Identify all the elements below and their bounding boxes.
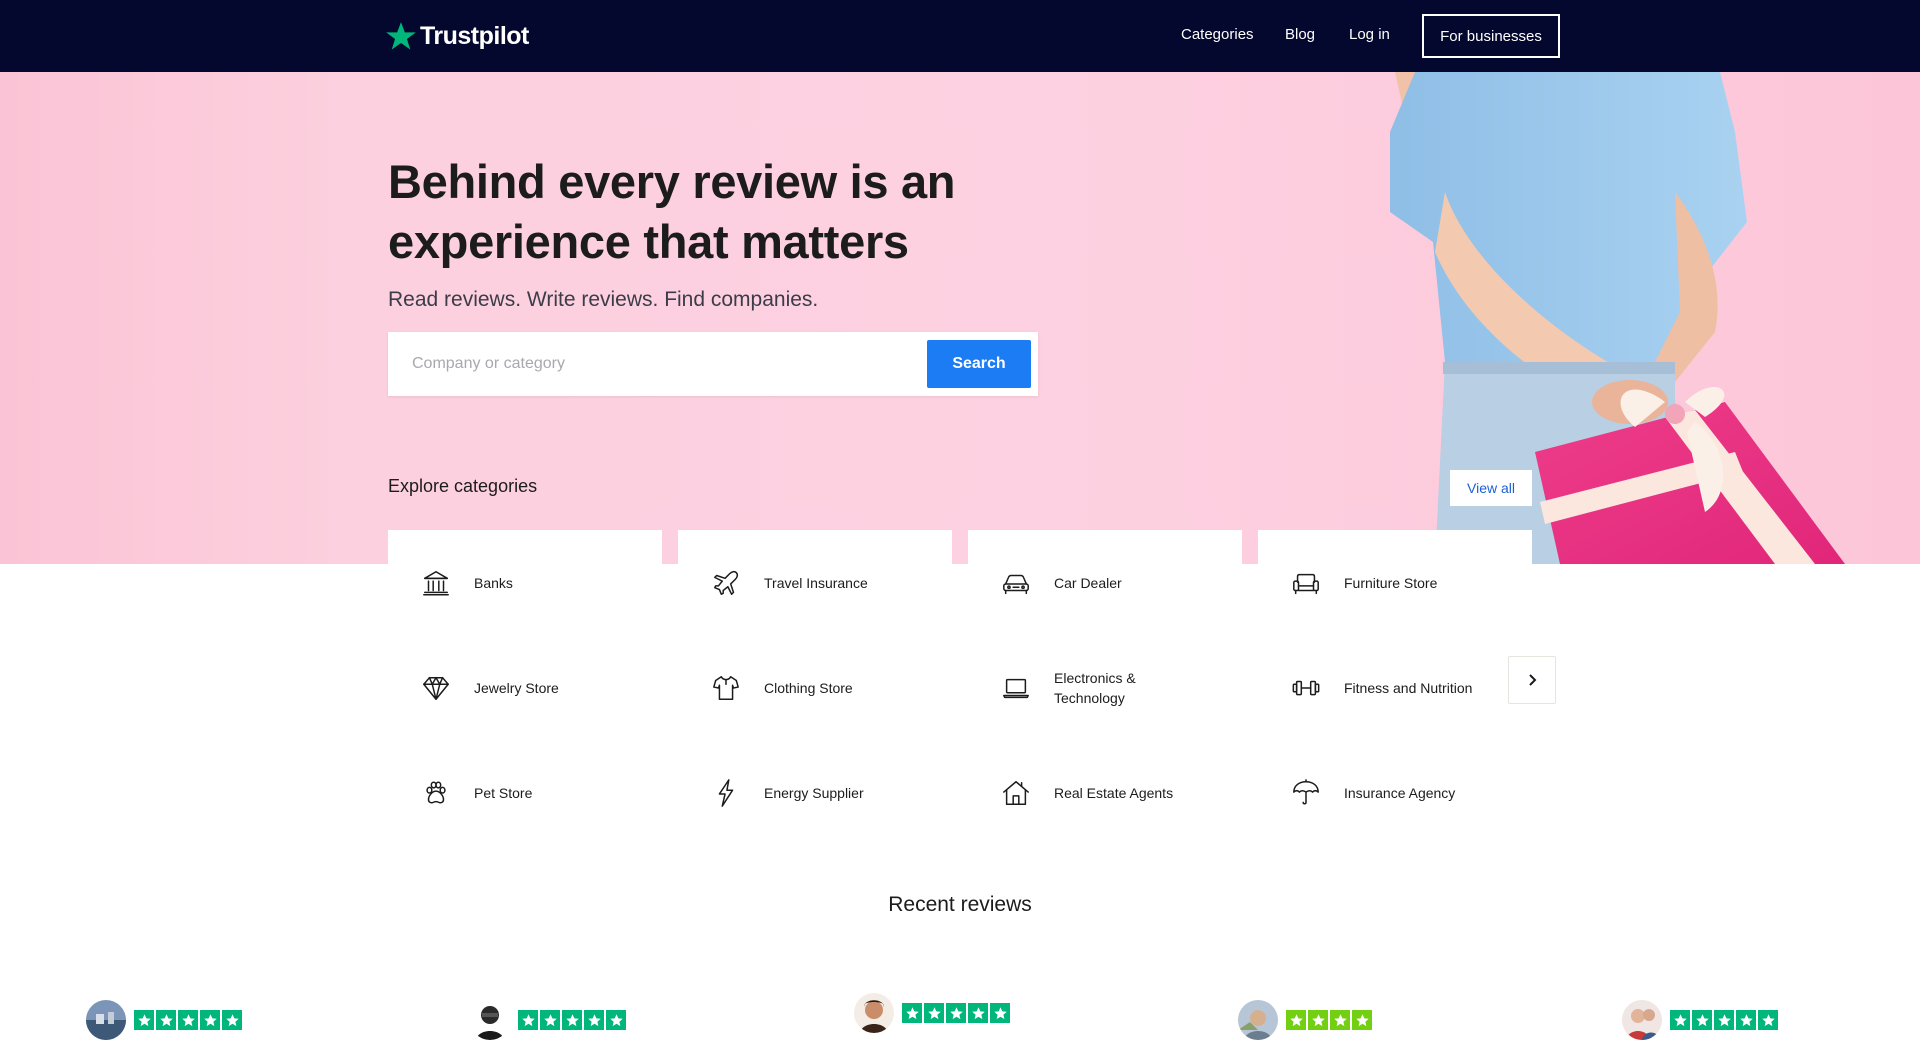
star-rating (518, 1010, 628, 1030)
category-label: Clothing Store (764, 679, 853, 696)
reviewer-avatar (1622, 1000, 1662, 1040)
review-card-2-header[interactable] (470, 1000, 628, 1040)
hero-title-line-2: experience that matters (388, 215, 909, 268)
hero-subtitle: Read reviews. Write reviews. Find compan… (388, 288, 819, 311)
category-fitness-nutrition[interactable]: Fitness and Nutrition (1258, 635, 1532, 740)
search-bar: Search (388, 332, 1038, 396)
category-label: Banks (474, 574, 513, 591)
umbrella-icon (1290, 777, 1322, 809)
hero-section: Behind every review is an experience tha… (0, 72, 1920, 564)
category-label: Jewelry Store (474, 679, 559, 696)
chevron-right-icon (1529, 674, 1537, 686)
star-icon (562, 1010, 582, 1030)
category-label: Real Estate Agents (1054, 784, 1174, 801)
trustpilot-logo[interactable]: Trustpilot (384, 18, 529, 54)
star-icon (1286, 1010, 1306, 1030)
star-icon (902, 1003, 922, 1023)
category-label: Car Dealer (1054, 574, 1122, 591)
review-card-3-header[interactable] (854, 993, 1012, 1033)
category-electronics-technology[interactable]: Electronics & Technology (968, 635, 1242, 740)
categories-next-button[interactable] (1508, 656, 1556, 704)
category-furniture-store[interactable]: Furniture Store (1258, 530, 1532, 635)
star-icon (968, 1003, 988, 1023)
sofa-icon (1290, 567, 1322, 599)
reviewer-avatar (86, 1000, 126, 1040)
star-rating (1286, 1010, 1374, 1030)
star-icon (134, 1010, 154, 1030)
star-icon (584, 1010, 604, 1030)
star-icon (540, 1010, 560, 1030)
star-icon (1692, 1010, 1712, 1030)
category-label: Fitness and Nutrition (1344, 679, 1473, 696)
reviewer-avatar (470, 1000, 510, 1040)
review-card-1-header[interactable] (86, 1000, 244, 1040)
star-icon (1670, 1010, 1690, 1030)
airplane-icon (710, 567, 742, 599)
reviewer-avatar (1238, 1000, 1278, 1040)
category-label: Travel Insurance (764, 574, 868, 591)
category-label: Insurance Agency (1344, 784, 1456, 801)
star-icon (156, 1010, 176, 1030)
star-icon (1736, 1010, 1756, 1030)
for-businesses-button[interactable]: For businesses (1422, 14, 1560, 58)
category-label: Pet Store (474, 784, 533, 801)
category-energy-supplier[interactable]: Energy Supplier (678, 740, 952, 845)
review-card-5-header[interactable] (1622, 1000, 1780, 1040)
car-icon (1000, 567, 1032, 599)
nav-blog-link[interactable]: Blog (1285, 24, 1315, 46)
search-button[interactable]: Search (927, 340, 1031, 388)
category-pet-store[interactable]: Pet Store (388, 740, 662, 845)
category-banks[interactable]: Banks (388, 530, 662, 635)
star-icon (1352, 1010, 1372, 1030)
house-icon (1000, 777, 1032, 809)
top-navigation-bar: Trustpilot Categories Blog Log in For bu… (0, 0, 1920, 72)
view-all-button[interactable]: View all (1450, 470, 1532, 506)
logo-star-icon (386, 21, 416, 50)
star-icon (222, 1010, 242, 1030)
hero-title: Behind every review is an experience tha… (388, 152, 1088, 272)
star-icon (924, 1003, 944, 1023)
reviewer-avatar (854, 993, 894, 1033)
paw-icon (420, 777, 452, 809)
star-icon (178, 1010, 198, 1030)
laptop-icon (1000, 672, 1032, 704)
star-icon (606, 1010, 626, 1030)
category-clothing-store[interactable]: Clothing Store (678, 635, 952, 740)
diamond-icon (420, 672, 452, 704)
star-icon (1330, 1010, 1350, 1030)
star-icon (518, 1010, 538, 1030)
bank-icon (420, 567, 452, 599)
lightning-icon (710, 777, 742, 809)
hero-title-line-1: Behind every review is an (388, 155, 956, 208)
star-icon (1758, 1010, 1778, 1030)
star-icon (946, 1003, 966, 1023)
recent-reviews-title: Recent reviews (888, 893, 1032, 916)
star-icon (1308, 1010, 1328, 1030)
nav-categories-link[interactable]: Categories (1181, 24, 1254, 46)
review-card-4-header[interactable] (1238, 1000, 1374, 1040)
star-rating (134, 1010, 244, 1030)
star-rating (1670, 1010, 1780, 1030)
star-icon (1714, 1010, 1734, 1030)
category-label: Furniture Store (1344, 574, 1438, 591)
category-car-dealer[interactable]: Car Dealer (968, 530, 1242, 635)
star-rating (902, 1003, 1012, 1023)
category-label: Electronics & Technology (1054, 669, 1136, 706)
category-travel-insurance[interactable]: Travel Insurance (678, 530, 952, 635)
dumbbell-icon (1290, 672, 1322, 704)
category-real-estate-agents[interactable]: Real Estate Agents (968, 740, 1242, 845)
category-jewelry-store[interactable]: Jewelry Store (388, 635, 662, 740)
logo-text: Trustpilot (420, 21, 529, 50)
explore-categories-title: Explore categories (388, 476, 538, 496)
search-input[interactable] (388, 332, 928, 396)
category-label: Energy Supplier (764, 784, 864, 801)
star-icon (200, 1010, 220, 1030)
star-icon (990, 1003, 1010, 1023)
category-insurance-agency[interactable]: Insurance Agency (1258, 740, 1532, 845)
shirt-icon (710, 672, 742, 704)
nav-login-link[interactable]: Log in (1349, 24, 1390, 46)
